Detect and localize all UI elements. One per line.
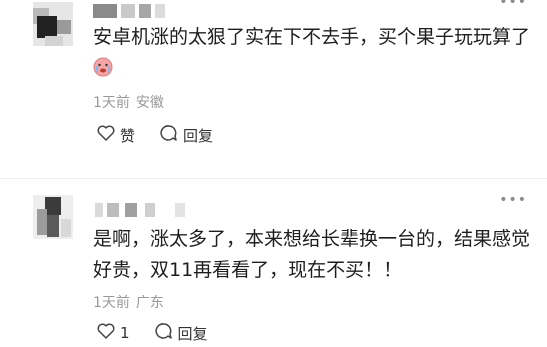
- comment-actions: 1 回复: [96, 322, 232, 344]
- reply-button[interactable]: 回复: [154, 322, 208, 344]
- more-options-button[interactable]: •••: [499, 0, 527, 10]
- heart-icon: [96, 124, 120, 146]
- reply-button[interactable]: 回复: [159, 124, 213, 146]
- comment-meta: 1天前 安徽: [93, 92, 164, 112]
- more-options-button[interactable]: •••: [499, 192, 527, 208]
- like-label: 赞: [120, 126, 136, 145]
- comment-location: 广东: [135, 295, 164, 311]
- comment-bubble-icon: [159, 124, 183, 146]
- comment-text: 是啊，涨太多了，本来想给长辈换一台的，结果感觉好贵，双11再看看了，现在不买！！: [93, 228, 531, 281]
- reply-label: 回复: [183, 126, 214, 145]
- comment-time: 1天前: [93, 95, 130, 111]
- username-blurred[interactable]: [93, 203, 185, 217]
- comment-bubble-icon: [154, 322, 178, 344]
- comment-meta: 1天前 广东: [93, 292, 164, 312]
- reply-label: 回复: [177, 324, 208, 343]
- like-count: 1: [120, 324, 130, 342]
- like-button[interactable]: 1: [96, 322, 130, 344]
- crying-face-emoji: [93, 56, 113, 87]
- avatar[interactable]: [33, 195, 73, 239]
- comment-text: 安卓机涨的太狠了实在下不去手，买个果子玩玩算了: [93, 22, 533, 87]
- heart-icon: [96, 322, 120, 344]
- comment-location: 安徽: [135, 95, 164, 111]
- divider: [0, 178, 547, 179]
- username-blurred[interactable]: [93, 4, 173, 18]
- avatar[interactable]: [33, 2, 73, 46]
- comment-text-content: 安卓机涨的太狠了实在下不去手，买个果子玩玩算了: [93, 26, 531, 48]
- like-button[interactable]: 赞: [96, 124, 135, 146]
- comment-time: 1天前: [93, 295, 130, 311]
- comment-actions: 赞 回复: [96, 124, 237, 146]
